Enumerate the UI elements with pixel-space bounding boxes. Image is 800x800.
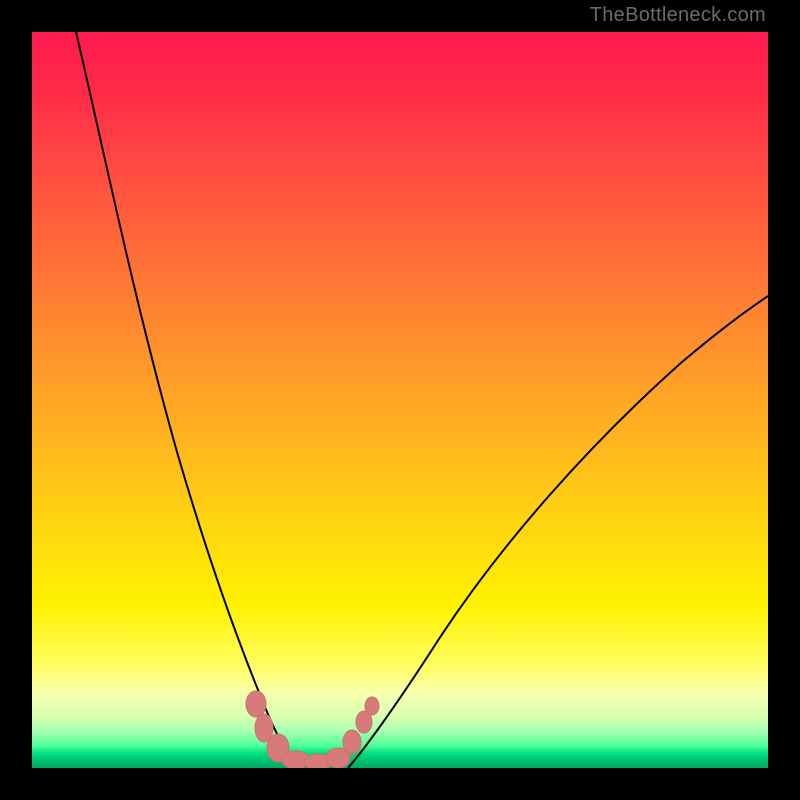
right-curve: [348, 296, 768, 768]
left-curve: [76, 32, 300, 768]
chart-curves: [32, 32, 768, 768]
marker-blob-icon: [343, 730, 361, 754]
watermark-text: TheBottleneck.com: [590, 4, 766, 27]
marker-blob-icon: [365, 697, 379, 715]
plot-area: [32, 32, 768, 768]
marker-blob-icon: [246, 691, 266, 717]
chart-frame: TheBottleneck.com: [0, 0, 800, 800]
marker-cluster: [246, 691, 379, 768]
